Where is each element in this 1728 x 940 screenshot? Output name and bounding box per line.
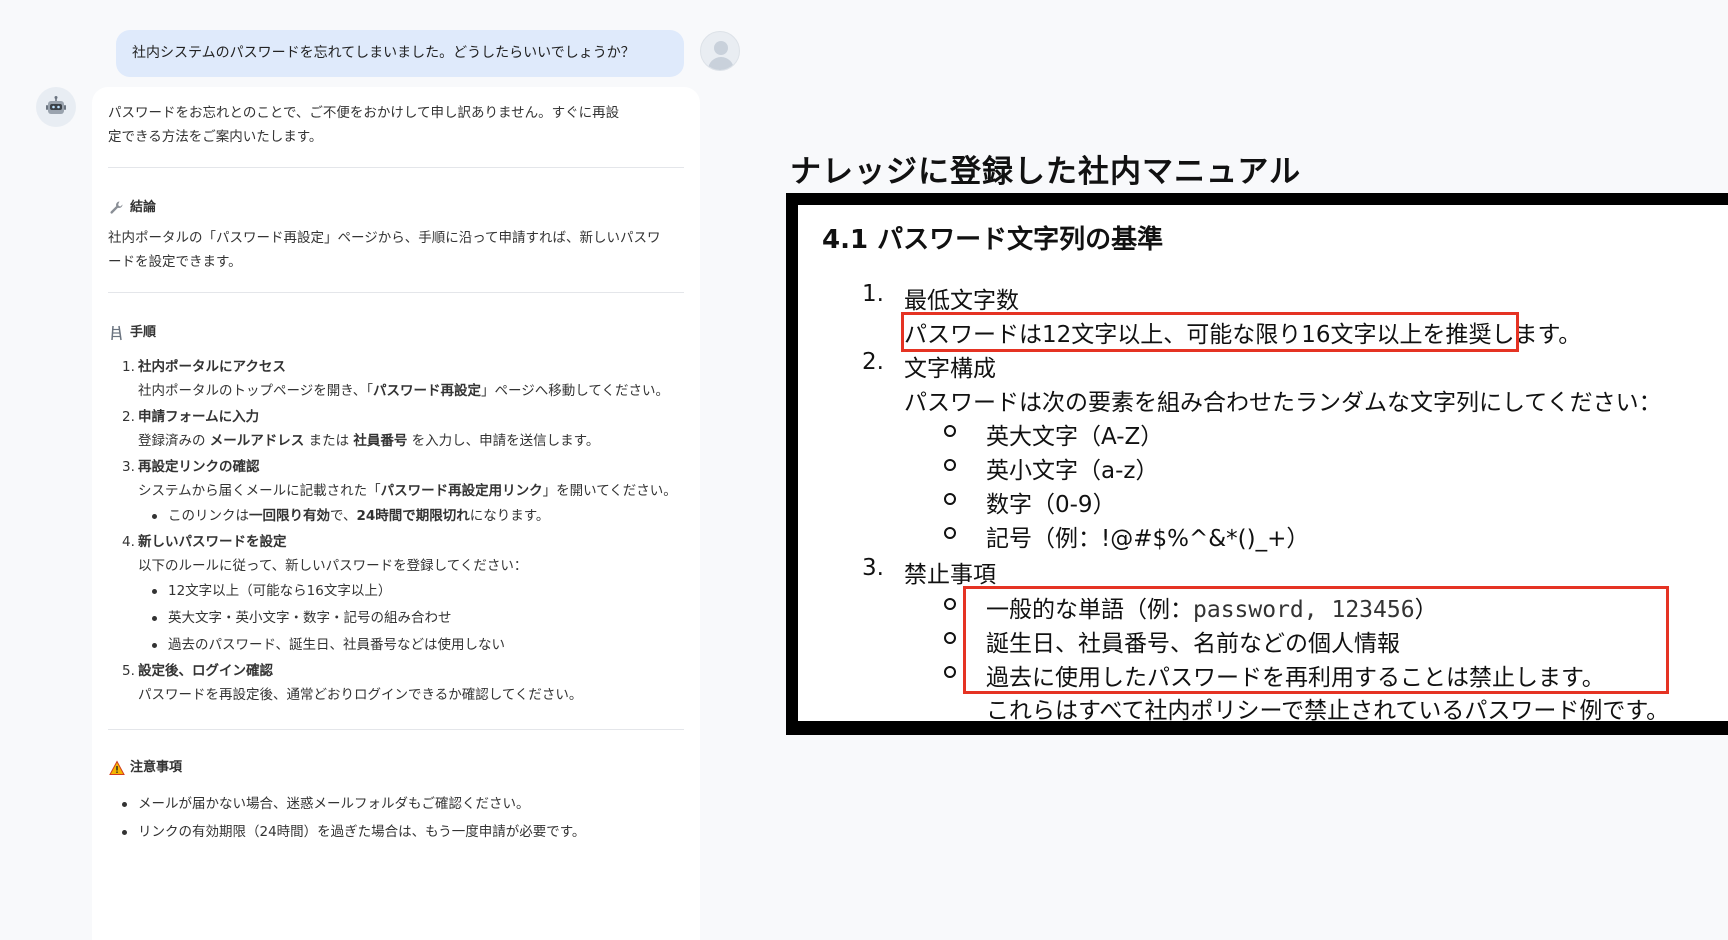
step-text-bold: パスワード再設定 — [373, 383, 482, 399]
manual-item-title: 禁止事項 — [904, 562, 996, 588]
step-number: 5. — [122, 663, 135, 679]
manual-item-title: 最低文字数 — [904, 288, 1019, 314]
bullet-text-bold: 24時間で期限切れ — [356, 508, 470, 524]
step-item: 4. 新しいパスワードを設定 以下のルールに従って、新しいパスワードを登録してくだ… — [122, 530, 684, 659]
steps-title: 手順 — [130, 325, 157, 340]
manual-item-number: 3. — [862, 555, 884, 581]
step-bullets: 12文字以上（可能なら16文字以上） 英大文字・英小文字・数字・記号の組み合わせ… — [122, 578, 684, 659]
avatar-head-shape — [714, 41, 728, 55]
circle-bullet-icon — [944, 632, 956, 644]
user-message-bubble: 社内システムのパスワードを忘れてしまいました。どうしたらいいでしょうか？ — [116, 30, 684, 77]
steps-list: 1. 社内ポータルにアクセス 社内ポータルのトップページを開き、「パスワード再設定… — [108, 355, 684, 707]
divider — [108, 729, 684, 730]
ladder-icon — [108, 324, 126, 342]
circle-bullet-icon — [944, 666, 956, 678]
step-text: システムから届くメールに記載された「 — [138, 483, 381, 499]
conclusion-heading: 結論 — [108, 196, 684, 220]
circle-bullet-icon — [944, 425, 956, 437]
bot-response-card: パスワードをお忘れとのことで、ご不便をおかけして申し訳ありません。すぐに再設定で… — [92, 87, 700, 940]
manual-item-title: 文字構成 — [904, 356, 996, 382]
manual-item-number: 2. — [862, 349, 884, 375]
step-body: パスワードを再設定後、通常どおりログインできるか確認してください。 — [138, 687, 583, 703]
manual-sub-item: 記号（例：!@#$%^&*()_+） — [986, 526, 1310, 552]
notes-list: メールが届かない場合、迷惑メールフォルダもご確認ください。 リンクの有効期限（2… — [108, 790, 684, 846]
bullet-text: このリンクは — [168, 508, 249, 524]
step-text-bold: メールアドレス — [209, 433, 305, 449]
wrench-icon — [108, 199, 126, 217]
bullet-item: 過去のパスワード、誕生日、社員番号などは使用しない — [152, 632, 684, 659]
step-title: 再設定リンクの確認 — [138, 459, 260, 475]
robot-icon — [36, 87, 76, 127]
step-item: 2. 申請フォームに入力 登録済みの メールアドレス または 社員番号 を入力し、… — [122, 405, 684, 453]
avatar-body-shape — [708, 57, 734, 70]
divider — [108, 292, 684, 293]
step-text: を入力し、申請を送信します。 — [407, 433, 600, 449]
step-item: 5. 設定後、ログイン確認 パスワードを再設定後、通常どおりログインできるか確認し… — [122, 659, 684, 707]
step-text: 」を開いてください。 — [542, 483, 677, 499]
divider — [108, 167, 684, 168]
bullet-text: になります。 — [469, 508, 550, 524]
user-message-text: 社内システムのパスワードを忘れてしまいました。どうしたらいいでしょうか？ — [132, 45, 635, 61]
highlight-box — [963, 586, 1669, 694]
step-text-bold: 社員番号 — [353, 433, 408, 449]
notes-title: 注意事項 — [130, 760, 183, 775]
circle-bullet-icon — [944, 598, 956, 610]
note-item: リンクの有効期限（24時間）を過ぎた場合は、もう一度申請が必要です。 — [122, 818, 684, 846]
step-text-bold: パスワード再設定用リンク — [380, 483, 543, 499]
manual-document-frame: 4.1 パスワード文字列の基準 1. 最低文字数 パスワードは12文字以上、可能… — [786, 193, 1728, 735]
step-title: 申請フォームに入力 — [138, 409, 260, 425]
step-title: 社内ポータルにアクセス — [138, 359, 286, 375]
manual-item-text: パスワードは次の要素を組み合わせたランダムな文字列にしてください： — [904, 390, 1662, 416]
circle-bullet-icon — [944, 459, 956, 471]
bullet-item: 英大文字・英小文字・数字・記号の組み合わせ — [152, 605, 684, 632]
conclusion-text: 社内ポータルの「パスワード再設定」ページから、手順に沿って申請すれば、新しいパス… — [108, 230, 661, 270]
manual-sub-item: 英小文字（a-z） — [986, 458, 1159, 484]
step-body: 社内ポータルのトップページを開き、「パスワード再設定」ページへ移動してください。 — [122, 379, 682, 403]
manual-item-number: 1. — [862, 281, 884, 307]
step-body: 登録済みの メールアドレス または 社員番号 を入力し、申請を送信します。 — [122, 429, 684, 453]
steps-heading: 手順 — [108, 321, 684, 345]
bullet-text-bold: 一回限り有効 — [249, 508, 330, 524]
step-title: 設定後、ログイン確認 — [138, 663, 273, 679]
step-bullets: このリンクは一回限り有効で、24時間で期限切れになります。 — [122, 503, 684, 530]
step-body: システムから届くメールに記載された「パスワード再設定用リンク」を開いてください。 — [122, 479, 682, 503]
manual-footer-text: これらはすべて社内ポリシーで禁止されているパスワード例です。 — [986, 698, 1670, 724]
note-item: メールが届かない場合、迷惑メールフォルダもご確認ください。 — [122, 790, 684, 818]
step-number: 2. — [122, 409, 135, 425]
conclusion-title: 結論 — [130, 200, 157, 215]
step-number: 3. — [122, 459, 135, 475]
step-text: 登録済みの — [138, 433, 210, 449]
manual-document: 4.1 パスワード文字列の基準 1. 最低文字数 パスワードは12文字以上、可能… — [798, 205, 1728, 724]
step-title: 新しいパスワードを設定 — [138, 534, 287, 550]
circle-bullet-icon — [944, 493, 956, 505]
manual-heading: ナレッジに登録した社内マニュアル — [790, 154, 1302, 190]
bullet-item: 12文字以上（可能なら16文字以上） — [152, 578, 684, 605]
manual-sub-item: 英大文字（A-Z） — [986, 424, 1164, 450]
highlight-box — [901, 312, 1519, 352]
bot-intro: パスワードをお忘れとのことで、ご不便をおかけして申し訳ありません。すぐに再設定で… — [108, 105, 620, 145]
step-text: 」ページへ移動してください。 — [481, 383, 669, 399]
step-number: 1. — [122, 359, 135, 375]
robot-icon-svg — [46, 96, 66, 114]
step-text: 社内ポータルのトップページを開き、「 — [138, 383, 374, 399]
notes-heading: 注意事項 — [108, 756, 684, 780]
chat-panel: 社内システムのパスワードを忘れてしまいました。どうしたらいいでしょうか？ パスワ… — [0, 0, 760, 940]
circle-bullet-icon — [944, 527, 956, 539]
step-number: 4. — [122, 534, 135, 550]
step-item: 1. 社内ポータルにアクセス 社内ポータルのトップページを開き、「パスワード再設定… — [122, 355, 684, 403]
user-avatar[interactable] — [700, 31, 740, 71]
step-item: 3. 再設定リンクの確認 システムから届くメールに記載された「パスワード再設定用リ… — [122, 455, 684, 530]
manual-section-title: 4.1 パスワード文字列の基準 — [822, 225, 1164, 255]
manual-sub-item: 数字（0-9） — [986, 492, 1116, 518]
warning-icon — [108, 759, 126, 777]
step-body: 以下のルールに従って、新しいパスワードを登録してください： — [138, 558, 528, 574]
bullet-text: で、 — [330, 508, 357, 524]
bullet-item: このリンクは一回限り有効で、24時間で期限切れになります。 — [152, 503, 684, 530]
step-text: または — [304, 433, 354, 449]
